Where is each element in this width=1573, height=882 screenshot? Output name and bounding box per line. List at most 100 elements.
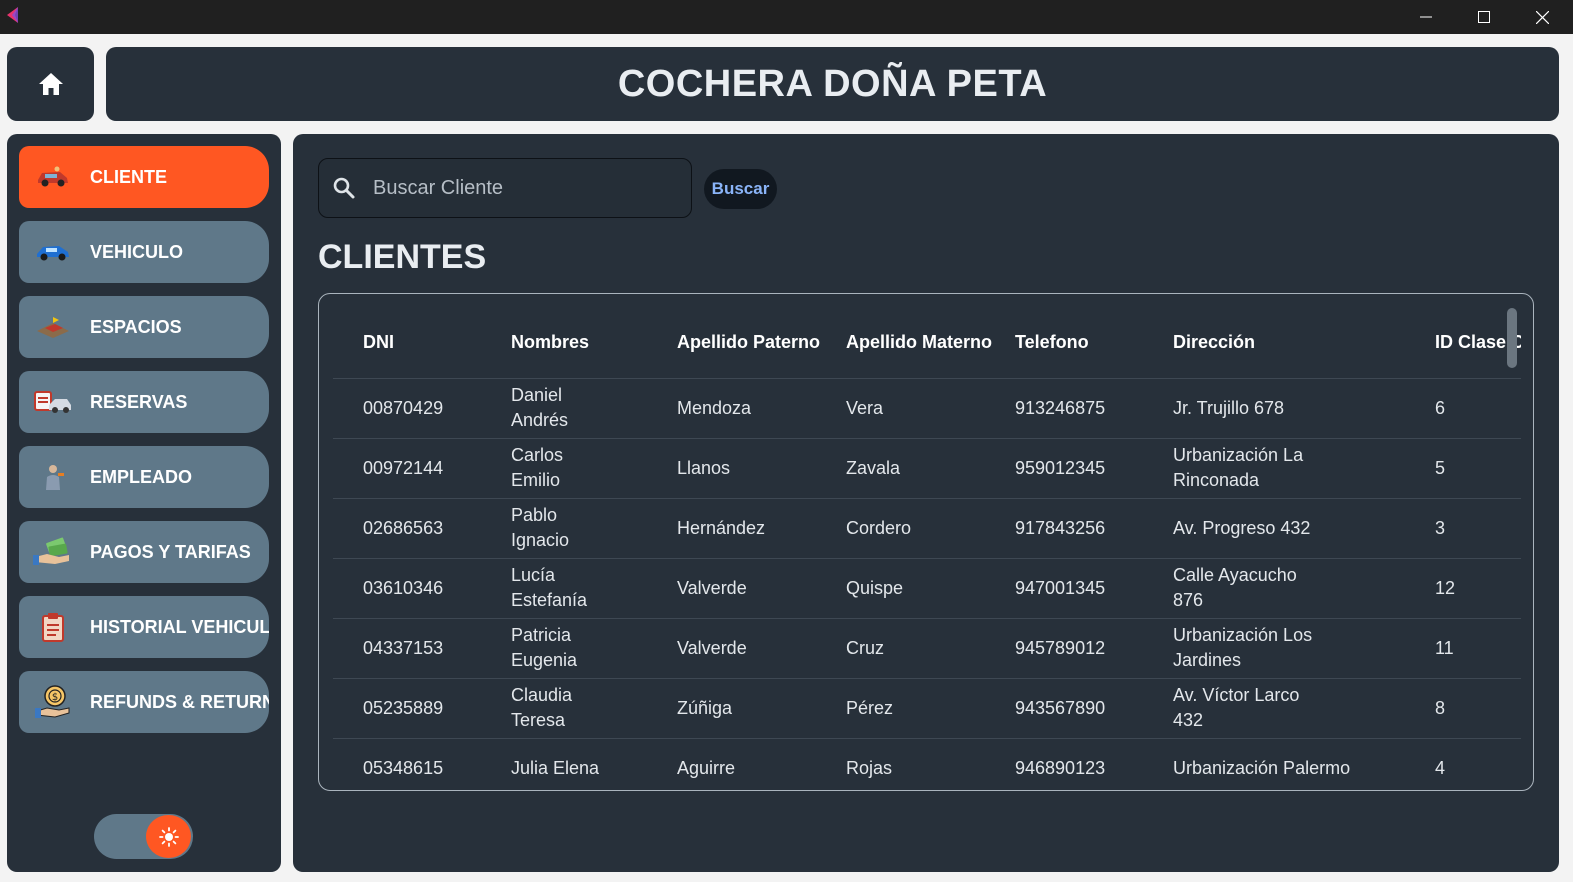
table-cell: Valverde xyxy=(647,558,816,619)
sidebar-item-label: EMPLEADO xyxy=(90,466,193,487)
sidebar-item-empleado[interactable]: EMPLEADO xyxy=(19,446,269,508)
table-row[interactable]: 00972144 Carlos Emilio Llanos Zavala 959… xyxy=(333,438,1521,499)
clients-table: DNI Nombres Apellido Paterno Apellido Ma… xyxy=(333,308,1521,790)
reservation-icon xyxy=(31,384,75,420)
table-row[interactable]: 03610346 Lucía Estefanía Valverde Quispe… xyxy=(333,558,1521,619)
table-cell: 05348615 xyxy=(333,738,481,790)
sidebar-item-espacios[interactable]: ESPACIOS xyxy=(19,296,269,358)
close-icon xyxy=(1535,10,1549,24)
table-row[interactable]: 00870429 Daniel Andrés Mendoza Vera 9132… xyxy=(333,378,1521,439)
sidebar-item-cliente[interactable]: CLIENTE xyxy=(19,146,269,208)
sidebar-item-vehiculo[interactable]: VEHICULO xyxy=(19,221,269,283)
home-icon xyxy=(38,73,63,95)
maximize-icon xyxy=(1478,11,1490,23)
sidebar-item-label: VEHICULO xyxy=(90,241,184,262)
sidebar-item-label: PAGOS Y TARIFAS xyxy=(90,541,251,562)
home-button[interactable] xyxy=(7,47,94,121)
sidebar: CLIENTE VEHICULO ESPACIOS RESERVAS EMPLE… xyxy=(7,134,281,872)
column-header-dni[interactable]: DNI xyxy=(333,308,481,379)
table-cell: Urbanización Los Jardines xyxy=(1143,618,1405,679)
sidebar-item-label: HISTORIAL VEHICULOS xyxy=(90,616,269,637)
table-cell: Lucía Estefanía xyxy=(481,558,647,619)
table-cell: Pablo Ignacio xyxy=(481,498,647,559)
table-cell: Vera xyxy=(816,378,985,439)
table-cell: Urbanización Palermo xyxy=(1143,738,1405,790)
table-cell: 04337153 xyxy=(333,618,481,679)
table-cell: Hernández xyxy=(647,498,816,559)
app-header: COCHERA DOÑA PETA xyxy=(106,47,1559,121)
column-header-telefono[interactable]: Telefono xyxy=(985,308,1143,379)
table-cell: 945789012 xyxy=(985,618,1143,679)
table-cell: 02686563 xyxy=(333,498,481,559)
sun-icon xyxy=(158,826,179,847)
table-cell: 4 xyxy=(1405,738,1521,790)
sidebar-item-pagos[interactable]: PAGOS Y TARIFAS xyxy=(19,521,269,583)
table-cell: 00972144 xyxy=(333,438,481,499)
table-cell: Patricia Eugenia xyxy=(481,618,647,679)
search-icon xyxy=(331,175,357,201)
car-icon xyxy=(31,234,75,270)
table-cell: Zavala xyxy=(816,438,985,499)
search-box[interactable] xyxy=(318,158,692,218)
sidebar-item-label: CLIENTE xyxy=(90,166,168,187)
minimize-button[interactable] xyxy=(1397,0,1455,34)
table-cell: 946890123 xyxy=(985,738,1143,790)
table-cell: Valverde xyxy=(647,618,816,679)
table-cell: Quispe xyxy=(816,558,985,619)
history-clipboard-icon xyxy=(31,609,75,645)
table-cell: Mendoza xyxy=(647,378,816,439)
table-cell: 03610346 xyxy=(333,558,481,619)
sidebar-item-reservas[interactable]: RESERVAS xyxy=(19,371,269,433)
customer-car-icon xyxy=(31,159,75,195)
table-row[interactable]: 05348615 Julia Elena Aguirre Rojas 94689… xyxy=(333,738,1521,790)
column-header-nombres[interactable]: Nombres xyxy=(481,308,647,379)
theme-toggle[interactable] xyxy=(94,814,193,859)
table-cell: Aguirre xyxy=(647,738,816,790)
maximize-button[interactable] xyxy=(1455,0,1513,34)
table-cell: 917843256 xyxy=(985,498,1143,559)
search-button[interactable]: Buscar xyxy=(704,169,777,209)
table-cell: 8 xyxy=(1405,678,1521,739)
table-cell: 12 xyxy=(1405,558,1521,619)
svg-text:$: $ xyxy=(52,692,58,703)
sidebar-item-label: ESPACIOS xyxy=(90,316,182,337)
column-header-apellido-paterno[interactable]: Apellido Paterno xyxy=(647,308,820,379)
column-header-direccion[interactable]: Dirección xyxy=(1143,308,1405,379)
toggle-knob xyxy=(146,815,191,858)
app-logo-icon xyxy=(4,6,22,24)
table-cell: Pérez xyxy=(816,678,985,739)
payment-icon xyxy=(31,534,75,570)
close-button[interactable] xyxy=(1513,0,1571,34)
table-row[interactable]: 04337153 Patricia Eugenia Valverde Cruz … xyxy=(333,618,1521,679)
app-title: COCHERA DOÑA PETA xyxy=(617,62,1048,105)
table-row[interactable]: 05235889 Claudia Teresa Zúñiga Pérez 943… xyxy=(333,678,1521,739)
table-cell: 947001345 xyxy=(985,558,1143,619)
table-cell: 913246875 xyxy=(985,378,1143,439)
table-header-row: DNI Nombres Apellido Paterno Apellido Ma… xyxy=(333,308,1521,379)
table-cell: 6 xyxy=(1405,378,1521,439)
table-cell: Zúñiga xyxy=(647,678,816,739)
sidebar-item-historial[interactable]: HISTORIAL VEHICULOS xyxy=(19,596,269,658)
section-title: CLIENTES xyxy=(318,238,487,276)
window-titlebar xyxy=(0,0,1573,34)
table-cell: Av. Víctor Larco 432 xyxy=(1143,678,1405,739)
table-cell: Cruz xyxy=(816,618,985,679)
table-cell: Av. Progreso 432 xyxy=(1143,498,1405,559)
table-cell: Carlos Emilio xyxy=(481,438,647,499)
clients-table-viewport[interactable]: DNI Nombres Apellido Paterno Apellido Ma… xyxy=(333,308,1521,790)
minimize-icon xyxy=(1420,16,1432,18)
column-header-id-clase-cliente[interactable]: ID Clase Cliente xyxy=(1405,308,1521,379)
table-cell: 05235889 xyxy=(333,678,481,739)
search-input[interactable] xyxy=(373,176,663,200)
table-cell: Calle Ayacucho 876 xyxy=(1143,558,1405,619)
sidebar-item-label: RESERVAS xyxy=(90,391,188,412)
table-scrollbar[interactable] xyxy=(1507,308,1517,368)
table-cell: Urbanización La Rinconada xyxy=(1143,438,1405,499)
parking-space-icon xyxy=(31,309,75,345)
table-cell: 3 xyxy=(1405,498,1521,559)
clients-table-card: DNI Nombres Apellido Paterno Apellido Ma… xyxy=(318,293,1534,791)
table-cell: Daniel Andrés xyxy=(481,378,647,439)
table-row[interactable]: 02686563 Pablo Ignacio Hernández Cordero… xyxy=(333,498,1521,559)
column-header-apellido-materno[interactable]: Apellido Materno xyxy=(816,308,992,379)
sidebar-item-refunds[interactable]: $ REFUNDS & RETURNS xyxy=(19,671,269,733)
